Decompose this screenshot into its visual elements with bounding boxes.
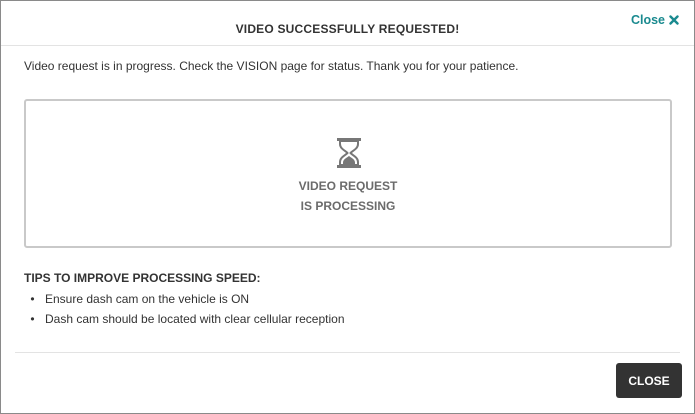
tip-text: Ensure dash cam on the vehicle is ON xyxy=(45,292,250,306)
processing-status-box: VIDEO REQUEST IS PROCESSING xyxy=(24,99,672,248)
status-line-2: IS PROCESSING xyxy=(300,199,396,213)
tips-list: • Ensure dash cam on the vehicle is ON •… xyxy=(24,291,345,331)
close-link-label: Close xyxy=(630,13,665,27)
status-line-1: VIDEO REQUEST xyxy=(298,179,398,193)
hourglass-icon xyxy=(335,137,363,169)
close-button[interactable]: CLOSE xyxy=(616,363,682,398)
dialog-title: VIDEO SUCCESSFULLY REQUESTED! xyxy=(235,22,460,36)
bullet-icon: • xyxy=(30,312,35,326)
tips-heading: TIPS TO IMPROVE PROCESSING SPEED: xyxy=(24,271,261,285)
status-message: Video request is in progress. Check the … xyxy=(24,59,519,73)
footer-divider xyxy=(15,352,680,353)
video-requested-dialog: VIDEO SUCCESSFULLY REQUESTED! Close Vide… xyxy=(0,0,695,414)
list-item: • Dash cam should be located with clear … xyxy=(24,311,345,331)
dialog-header: VIDEO SUCCESSFULLY REQUESTED! Close xyxy=(1,1,694,46)
close-link[interactable]: Close xyxy=(631,13,679,27)
close-x-icon xyxy=(669,15,679,25)
tip-text: Dash cam should be located with clear ce… xyxy=(45,312,345,326)
bullet-icon: • xyxy=(30,292,35,306)
list-item: • Ensure dash cam on the vehicle is ON xyxy=(24,291,345,311)
